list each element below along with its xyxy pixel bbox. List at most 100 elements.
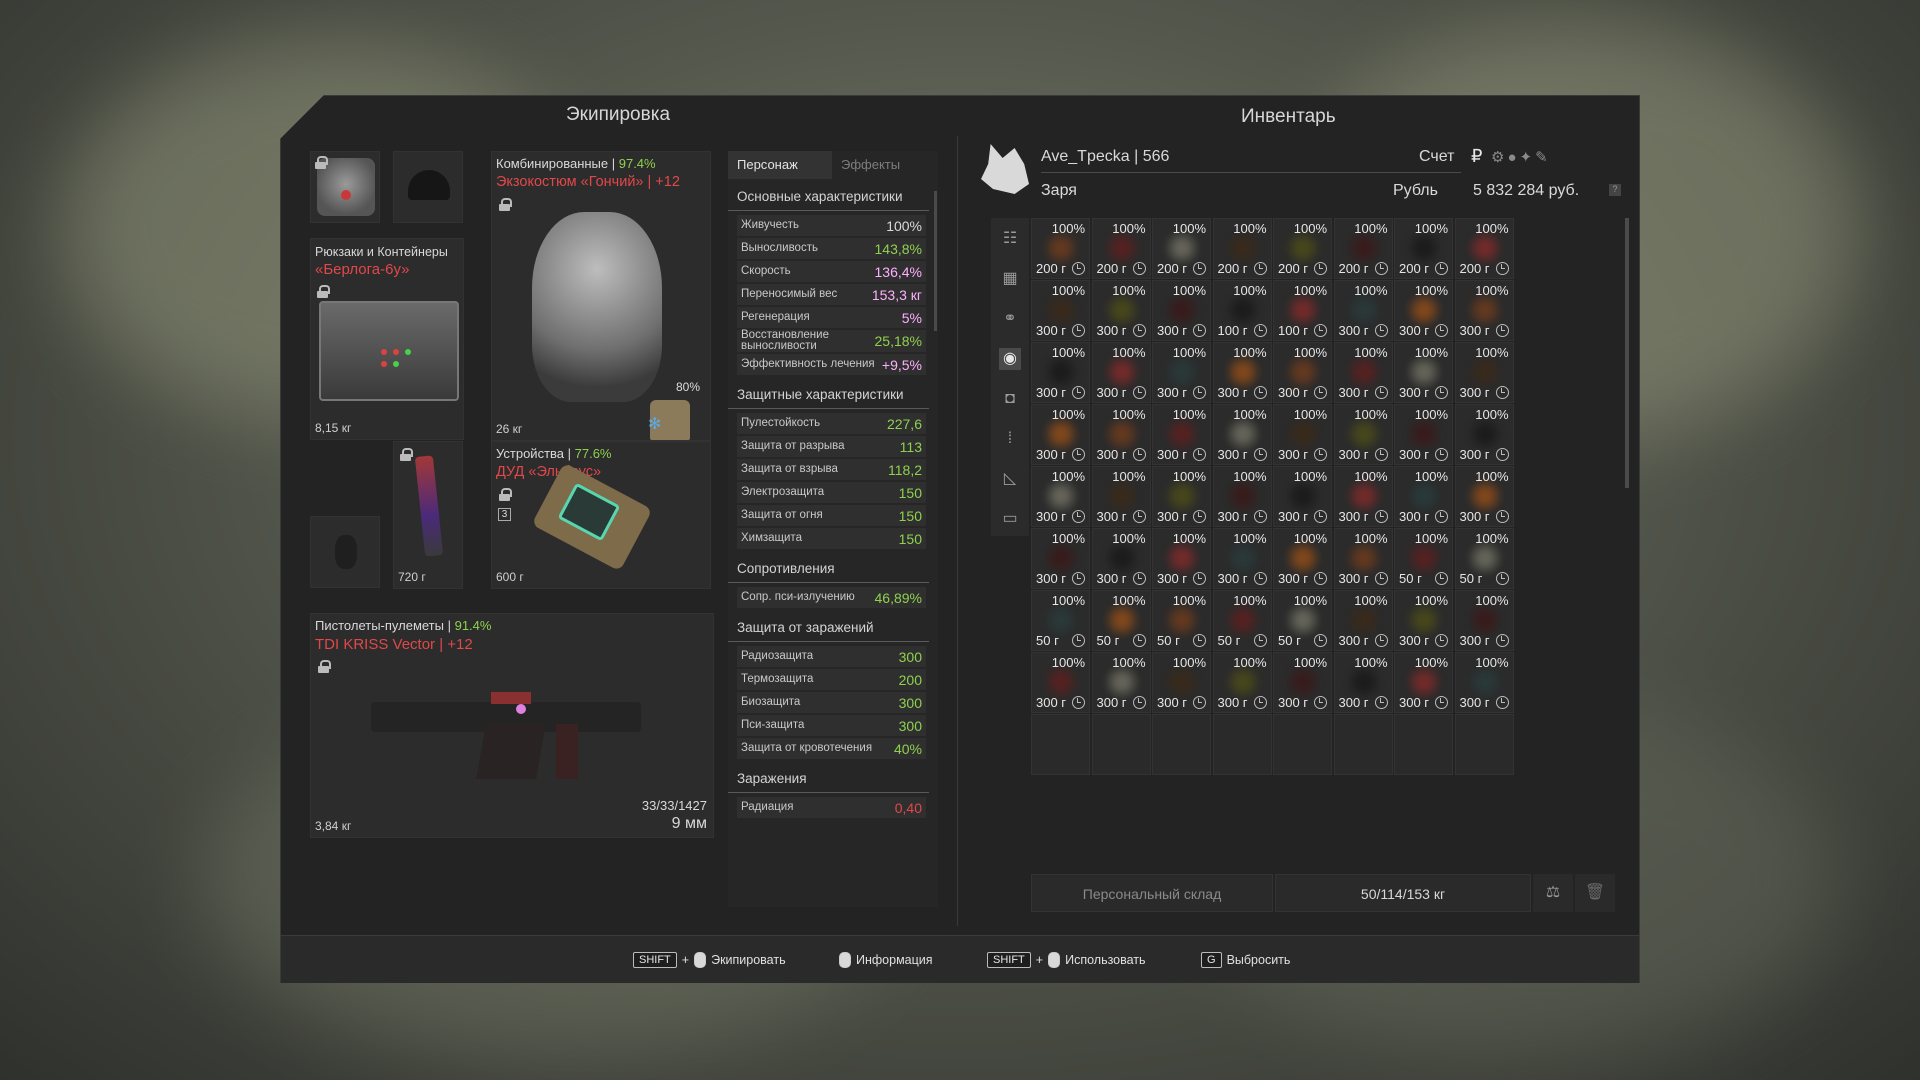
inventory-item[interactable]: 100% 300 г: [1273, 342, 1332, 403]
currency-icons[interactable]: ⚙●✦✎: [1491, 148, 1551, 166]
device-slot[interactable]: Устройства | 77.6% ДУД «Эльбрус» 3 600 г: [491, 441, 711, 589]
inventory-item[interactable]: 100% 200 г: [1394, 218, 1453, 279]
inventory-empty-slot[interactable]: [1333, 714, 1393, 775]
armor-slot[interactable]: Комбинированные | 97.4% Экзокостюм «Гонч…: [491, 151, 711, 441]
inventory-item[interactable]: 100% 50 г: [1212, 590, 1272, 651]
inventory-item[interactable]: 100% 300 г: [1212, 466, 1272, 527]
inventory-item[interactable]: 100% 100 г: [1273, 280, 1332, 341]
trash-icon[interactable]: 🗑: [1575, 874, 1615, 912]
inventory-item[interactable]: 100% 300 г: [1273, 404, 1332, 465]
inventory-item[interactable]: 100% 50 г: [1031, 590, 1090, 651]
inventory-item[interactable]: 100% 50 г: [1273, 590, 1332, 651]
help-icon[interactable]: ?: [1609, 184, 1621, 196]
inventory-item[interactable]: 100% 300 г: [1333, 342, 1393, 403]
inventory-item[interactable]: 100% 300 г: [1152, 342, 1211, 403]
inventory-item[interactable]: 100% 300 г: [1152, 528, 1211, 589]
inventory-item[interactable]: 100% 300 г: [1152, 404, 1211, 465]
backpack-slot[interactable]: Рюкзаки и Контейнеры «Берлога-6у» 8,15 к…: [310, 238, 464, 440]
inventory-item[interactable]: 100% 300 г: [1212, 342, 1272, 403]
inventory-item[interactable]: 100% 200 г: [1333, 218, 1393, 279]
personal-storage-button[interactable]: Персональный склад: [1031, 874, 1273, 912]
inventory-item[interactable]: 100% 300 г: [1333, 280, 1393, 341]
inventory-item[interactable]: 100% 300 г: [1152, 280, 1211, 341]
inventory-item[interactable]: 100% 100 г: [1212, 280, 1272, 341]
inventory-item[interactable]: 100% 300 г: [1031, 280, 1090, 341]
artifacts-icon[interactable]: ◉: [999, 348, 1021, 370]
inventory-item[interactable]: 100% 300 г: [1031, 466, 1090, 527]
inventory-item[interactable]: 100% 200 г: [1454, 218, 1514, 279]
inventory-item[interactable]: 100% 300 г: [1212, 404, 1272, 465]
inventory-item[interactable]: 100% 200 г: [1152, 218, 1211, 279]
inventory-item[interactable]: 100% 200 г: [1212, 218, 1272, 279]
link-icon[interactable]: ⚭: [999, 308, 1021, 330]
knife-slot[interactable]: 720 г: [393, 441, 463, 589]
drop-hint[interactable]: Выбросить: [1227, 953, 1291, 967]
tab-effects[interactable]: Эффекты: [832, 151, 936, 179]
inventory-empty-slot[interactable]: [1394, 714, 1453, 775]
inventory-item[interactable]: 100% 300 г: [1273, 528, 1332, 589]
inventory-item[interactable]: 100% 300 г: [1454, 652, 1514, 713]
inventory-item[interactable]: 100% 300 г: [1091, 528, 1151, 589]
inventory-item[interactable]: 100% 300 г: [1394, 342, 1453, 403]
inventory-item[interactable]: 100% 300 г: [1091, 342, 1151, 403]
inventory-item[interactable]: 100% 50 г: [1091, 590, 1151, 651]
inventory-item[interactable]: 100% 300 г: [1394, 590, 1453, 651]
inventory-item[interactable]: 100% 300 г: [1454, 590, 1514, 651]
inventory-empty-slot[interactable]: [1091, 714, 1151, 775]
inventory-scrollbar[interactable]: [1625, 218, 1629, 488]
inventory-item[interactable]: 100% 300 г: [1333, 466, 1393, 527]
inventory-item[interactable]: 100% 300 г: [1454, 342, 1514, 403]
inventory-item[interactable]: 100% 300 г: [1091, 466, 1151, 527]
inventory-item[interactable]: 100% 300 г: [1333, 528, 1393, 589]
inventory-item[interactable]: 100% 300 г: [1031, 404, 1090, 465]
use-hint[interactable]: Использовать: [1065, 953, 1145, 967]
inventory-item[interactable]: 100% 300 г: [1333, 590, 1393, 651]
inventory-item[interactable]: 100% 50 г: [1454, 528, 1514, 589]
inventory-item[interactable]: 100% 300 г: [1273, 466, 1332, 527]
inventory-item[interactable]: 100% 300 г: [1212, 528, 1272, 589]
inventory-item[interactable]: 100% 300 г: [1152, 466, 1211, 527]
face-slot[interactable]: [310, 151, 380, 223]
tools-icon[interactable]: ◺: [999, 468, 1021, 490]
grid-icon[interactable]: ▦: [999, 268, 1021, 290]
camera-icon[interactable]: ◘: [999, 388, 1021, 410]
inventory-empty-slot[interactable]: [1212, 714, 1272, 775]
all-items-icon[interactable]: ☷: [999, 228, 1021, 250]
inventory-empty-slot[interactable]: [1152, 714, 1211, 775]
inventory-empty-slot[interactable]: [1031, 714, 1090, 775]
grenade-slot[interactable]: [310, 516, 380, 588]
inventory-item[interactable]: 100% 200 г: [1273, 218, 1332, 279]
inventory-item[interactable]: 100% 300 г: [1273, 652, 1332, 713]
box-icon[interactable]: ▭: [999, 508, 1021, 530]
weapon-slot[interactable]: Пистолеты-пулеметы | 91.4% TDI KRISS Vec…: [310, 613, 714, 838]
inventory-item[interactable]: 100% 200 г: [1091, 218, 1151, 279]
helmet-slot[interactable]: [393, 151, 463, 223]
inventory-item[interactable]: 100% 300 г: [1031, 652, 1090, 713]
inventory-item[interactable]: 100% 300 г: [1394, 280, 1453, 341]
inventory-item[interactable]: 100% 300 г: [1031, 342, 1090, 403]
inventory-item[interactable]: 100% 300 г: [1454, 404, 1514, 465]
inventory-item[interactable]: 100% 50 г: [1152, 590, 1211, 651]
inventory-item[interactable]: 100% 300 г: [1333, 652, 1393, 713]
inventory-item[interactable]: 100% 300 г: [1091, 280, 1151, 341]
inventory-item[interactable]: 100% 300 г: [1394, 404, 1453, 465]
inventory-item[interactable]: 100% 300 г: [1091, 404, 1151, 465]
ammo-icon[interactable]: ⁞: [999, 428, 1021, 450]
ruble-icon[interactable]: ₽: [1471, 146, 1482, 167]
inventory-item[interactable]: 100% 300 г: [1333, 404, 1393, 465]
info-hint[interactable]: Информация: [856, 953, 933, 967]
inventory-empty-slot[interactable]: [1454, 714, 1514, 775]
tab-character[interactable]: Персонаж: [728, 151, 832, 179]
weight-icon[interactable]: ⚖: [1533, 874, 1573, 912]
stats-scrollbar[interactable]: [934, 191, 937, 331]
inventory-item[interactable]: 100% 300 г: [1394, 466, 1453, 527]
inventory-item[interactable]: 100% 50 г: [1394, 528, 1453, 589]
inventory-item[interactable]: 100% 300 г: [1212, 652, 1272, 713]
inventory-item[interactable]: 100% 300 г: [1394, 652, 1453, 713]
equip-hint[interactable]: Экипировать: [711, 953, 786, 967]
inventory-empty-slot[interactable]: [1273, 714, 1332, 775]
inventory-item[interactable]: 100% 300 г: [1152, 652, 1211, 713]
inventory-item[interactable]: 100% 300 г: [1454, 466, 1514, 527]
inventory-item[interactable]: 100% 200 г: [1031, 218, 1090, 279]
inventory-item[interactable]: 100% 300 г: [1454, 280, 1514, 341]
